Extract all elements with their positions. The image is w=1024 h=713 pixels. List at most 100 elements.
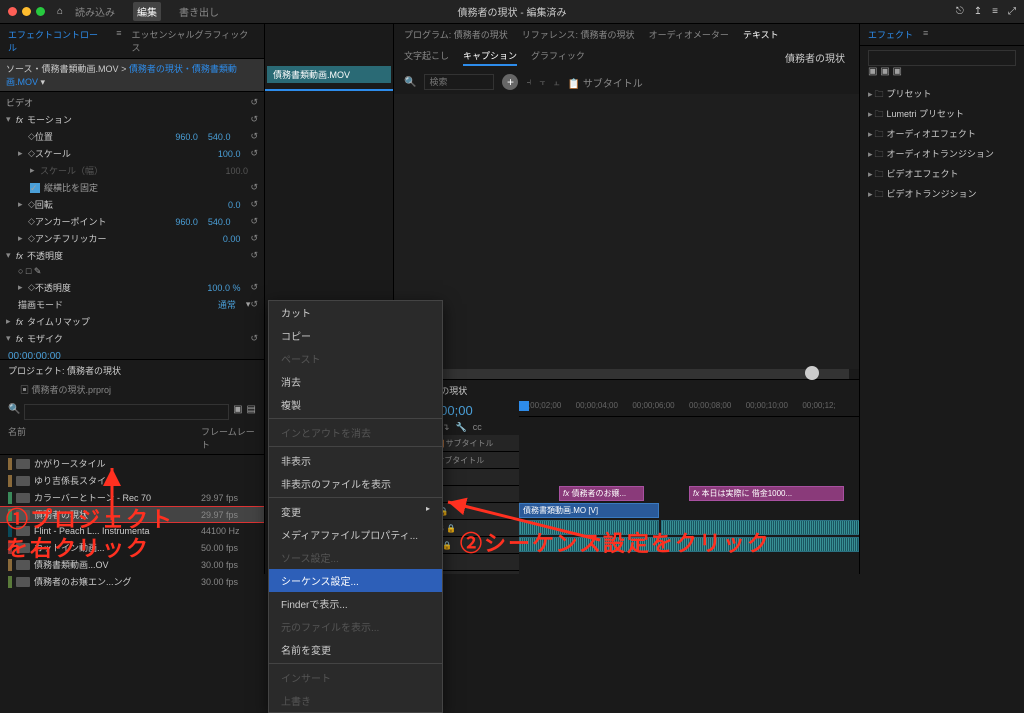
clip-v1[interactable]: 債務書類動画.MO [V] bbox=[519, 503, 659, 518]
project-item[interactable]: カットイン動画...50.00 fps bbox=[0, 539, 264, 556]
ctx-copy[interactable]: コピー bbox=[269, 324, 442, 347]
effects-search-input[interactable] bbox=[868, 50, 1016, 66]
effects-folder[interactable]: ▸🗀ビデオエフェクト bbox=[868, 165, 1016, 185]
reset-icon[interactable]: ↺ bbox=[250, 114, 258, 125]
tab-essential-graphics[interactable]: エッセンシャルグラフィックス bbox=[131, 28, 256, 54]
ctx-media-props[interactable]: メディアファイルプロパティ... bbox=[269, 523, 442, 546]
scale-row[interactable]: ▸◇ スケール100.0↺ bbox=[0, 145, 264, 162]
ctx-modify[interactable]: 変更 bbox=[269, 500, 442, 523]
project-item[interactable]: 債務者の現状29.97 fps bbox=[0, 506, 264, 523]
accel-icon[interactable]: ▣ bbox=[892, 66, 901, 77]
cc-icon[interactable]: cc bbox=[473, 422, 482, 433]
opacity-masks[interactable]: ○ □ ✎ bbox=[0, 264, 264, 279]
workspace-export[interactable]: 書き出し bbox=[175, 2, 223, 21]
project-item[interactable]: 債務者のお嬢エン...ング30.00 fps bbox=[0, 573, 264, 590]
subtab-graphic[interactable]: グラフィック bbox=[531, 49, 585, 66]
minimize-icon[interactable] bbox=[22, 7, 31, 16]
playhead-indicator[interactable] bbox=[519, 401, 529, 411]
clip-v2b[interactable]: fx 本日は実際に 借金1000... bbox=[689, 486, 844, 501]
blend-mode-row[interactable]: 描画モード通常 ▾↺ bbox=[0, 296, 264, 313]
fullscreen-icon[interactable]: ⤢ bbox=[1008, 6, 1016, 17]
workspace-icon[interactable]: ≡ bbox=[992, 6, 998, 17]
ctx-clear[interactable]: 消去 bbox=[269, 370, 442, 393]
clip-a2[interactable] bbox=[519, 537, 859, 552]
video-section[interactable]: ビデオ↺ bbox=[0, 94, 264, 111]
subtab-transcribe[interactable]: 文字起こし bbox=[404, 49, 449, 66]
tab-effects[interactable]: エフェクト bbox=[868, 28, 913, 41]
effects-folder[interactable]: ▸🗀ビデオトランジション bbox=[868, 185, 1016, 205]
project-search-input[interactable] bbox=[24, 404, 229, 420]
clip-v2a[interactable]: fx 債務者のお嬢... bbox=[559, 486, 644, 501]
ctx-paste: ペースト bbox=[269, 347, 442, 370]
timeline-ruler[interactable]: 00;00;02;0000;00;04;0000;00;06;0000;00;0… bbox=[519, 401, 859, 417]
source-bar[interactable]: ソース・債務書類動画.MOV > 債務者の現状・債務書類動画.MOV ▾ bbox=[0, 59, 264, 92]
bin-icon[interactable]: ▣ bbox=[233, 404, 242, 420]
source-clip[interactable]: 債務書類動画.MOV bbox=[267, 66, 391, 83]
timeline-tracks[interactable]: fx 債務者のお嬢... fx 本日は実際に 借金1000... 債務書類動画.… bbox=[519, 435, 859, 574]
ctx-sequence-settings[interactable]: シーケンス設定... bbox=[269, 569, 442, 592]
maximize-icon[interactable] bbox=[36, 7, 45, 16]
wrench-icon[interactable]: 🔧 bbox=[456, 422, 467, 433]
playhead-knob[interactable] bbox=[805, 366, 819, 380]
merge-down-icon[interactable]: ⫠ bbox=[554, 77, 560, 88]
clip-a1[interactable] bbox=[519, 520, 659, 535]
project-title[interactable]: プロジェクト: 債務者の現状 bbox=[0, 360, 264, 381]
ctx-reveal-finder[interactable]: Finderで表示... bbox=[269, 592, 442, 615]
program-monitor[interactable] bbox=[394, 94, 859, 369]
search-icon[interactable]: 🔍 bbox=[8, 404, 20, 420]
effects-folder[interactable]: ▸🗀Lumetri プリセット bbox=[868, 105, 1016, 125]
preset-icon[interactable]: ▣ bbox=[868, 66, 877, 77]
share-icon[interactable]: ↥ bbox=[974, 6, 982, 17]
mosaic-row[interactable]: ▾fxモザイク↺ bbox=[0, 330, 264, 347]
quick-export-icon[interactable]: ⎋ bbox=[956, 6, 964, 17]
tab-program[interactable]: プログラム: 債務者の現状 bbox=[404, 28, 508, 41]
workspace-edit[interactable]: 編集 bbox=[133, 2, 161, 21]
project-item[interactable]: Flint - Peach L... Instrumenta44100 Hz bbox=[0, 523, 264, 539]
project-item[interactable]: ゆり吉係長スタイル bbox=[0, 472, 264, 489]
add-caption-button[interactable]: + bbox=[502, 74, 518, 90]
ctx-cut[interactable]: カット bbox=[269, 301, 442, 324]
home-icon[interactable]: ⌂ bbox=[57, 6, 63, 17]
reset-icon[interactable]: ↺ bbox=[250, 97, 258, 108]
insert-icon[interactable]: ↴ bbox=[442, 422, 450, 433]
workspace-import[interactable]: 読み込み bbox=[71, 2, 119, 21]
split-icon[interactable]: ⫞ bbox=[526, 77, 531, 88]
project-item[interactable]: かがりースタイル bbox=[0, 455, 264, 472]
ctx-duplicate[interactable]: 複製 bbox=[269, 393, 442, 416]
yuv-icon[interactable]: ▣ bbox=[880, 66, 889, 77]
antiflicker-row[interactable]: ▸◇ アンチフリッカー0.00↺ bbox=[0, 230, 264, 247]
lock-aspect-row[interactable]: ✓縦横比を固定↺ bbox=[0, 179, 264, 196]
effects-folder[interactable]: ▸🗀オーディオエフェクト bbox=[868, 125, 1016, 145]
clip-a1b[interactable] bbox=[661, 520, 859, 535]
merge-up-icon[interactable]: ⫟ bbox=[539, 77, 545, 88]
project-item[interactable]: カラーバーとトーン - Rec 7029.97 fps bbox=[0, 489, 264, 506]
tab-text[interactable]: テキスト bbox=[743, 28, 779, 41]
ctx-rename[interactable]: 名前を変更 bbox=[269, 638, 442, 661]
rotation-row[interactable]: ▸◇ 回転0.0↺ bbox=[0, 196, 264, 213]
effects-folder[interactable]: ▸🗀プリセット bbox=[868, 85, 1016, 105]
filter-icon[interactable]: ▤ bbox=[247, 404, 256, 420]
effects-folder[interactable]: ▸🗀オーディオトランジション bbox=[868, 145, 1016, 165]
panel-menu-icon[interactable]: ≡ bbox=[116, 28, 121, 54]
checkbox-icon[interactable]: ✓ bbox=[30, 183, 40, 193]
ctx-show-hidden[interactable]: 非表示のファイルを表示 bbox=[269, 472, 442, 495]
effect-timecode[interactable]: 00;00;00;00 bbox=[0, 349, 264, 359]
window-controls[interactable] bbox=[8, 7, 45, 16]
project-columns[interactable]: 名前 フレームレート bbox=[0, 422, 264, 455]
ctx-hide[interactable]: 非表示 bbox=[269, 449, 442, 472]
tab-effect-controls[interactable]: エフェクトコントロール bbox=[8, 28, 106, 54]
project-item[interactable]: 債務書類動画...OV30.00 fps bbox=[0, 556, 264, 573]
tab-reference[interactable]: リファレンス: 債務者の現状 bbox=[522, 28, 635, 41]
opacity-value-row[interactable]: ▸◇ 不透明度100.0 %↺ bbox=[0, 279, 264, 296]
playhead-scrubber[interactable] bbox=[404, 369, 849, 379]
tab-audio-meter[interactable]: オーディオメーター bbox=[649, 28, 729, 41]
caption-search-input[interactable] bbox=[424, 74, 494, 90]
anchor-row[interactable]: ◇ アンカーポイント960.0540.0↺ bbox=[0, 213, 264, 230]
timeremap-row[interactable]: ▸fxタイムリマップ bbox=[0, 313, 264, 330]
opacity-row[interactable]: ▾fx不透明度↺ bbox=[0, 247, 264, 264]
subtab-caption[interactable]: キャプション bbox=[463, 49, 517, 66]
position-row[interactable]: ◇ 位置960.0540.0↺ bbox=[0, 128, 264, 145]
search-icon[interactable]: 🔍 bbox=[404, 77, 416, 88]
close-icon[interactable] bbox=[8, 7, 17, 16]
motion-row[interactable]: ▾fxモーション↺ bbox=[0, 111, 264, 128]
